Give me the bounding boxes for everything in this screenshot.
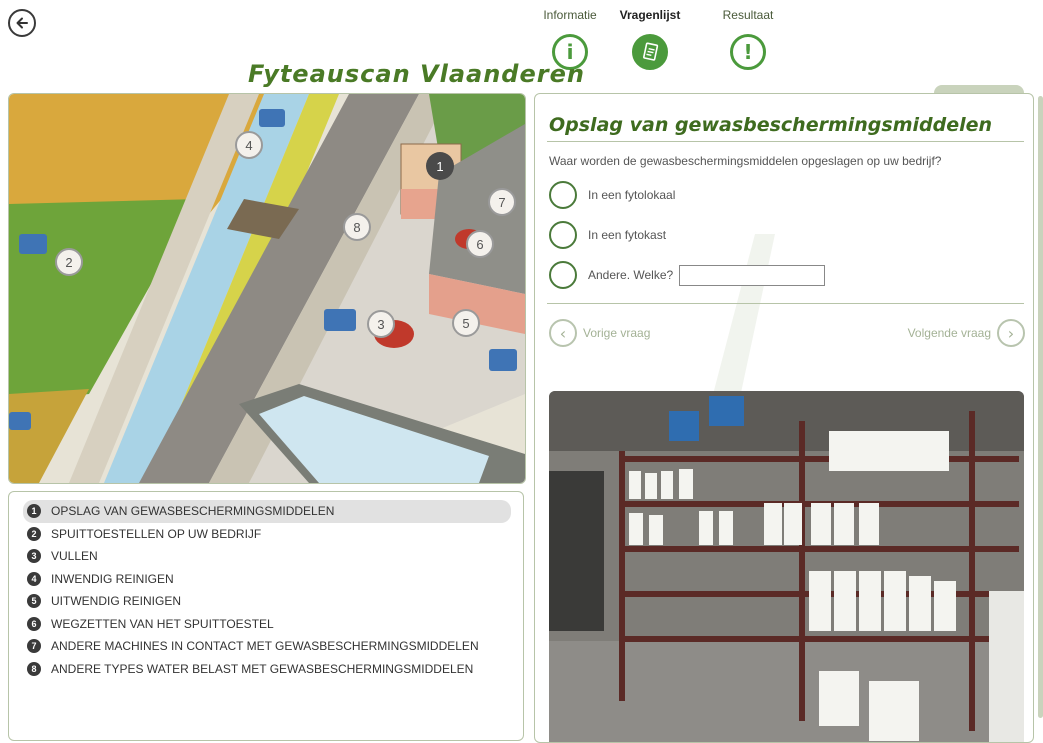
topic-label: INWENDIG REINIGEN (51, 571, 174, 586)
topic-item-5[interactable]: 5 UITWENDIG REINIGEN (23, 590, 511, 613)
option-fytokast[interactable]: In een fytokast (549, 221, 666, 249)
exclamation-icon: ! (730, 34, 766, 70)
option-label: In een fytolokaal (588, 188, 676, 202)
topic-label: UITWENDIG REINIGEN (51, 594, 182, 609)
radio-button[interactable] (549, 181, 577, 209)
topic-item-2[interactable]: 2 SPUITTOESTELLEN OP UW BEDRIJF (23, 523, 511, 546)
topic-item-6[interactable]: 6 WEGZETTEN VAN HET SPUITTOESTEL (23, 613, 511, 636)
topic-item-3[interactable]: 3 VULLEN (23, 545, 511, 568)
tab-label: Vragenlijst (619, 8, 681, 22)
topic-label: WEGZETTEN VAN HET SPUITTOESTEL (51, 616, 274, 631)
topic-number: 2 (27, 526, 41, 541)
map-marker-7[interactable]: 7 (488, 188, 516, 216)
farm-map-illustration: 1 2 3 4 5 6 7 8 (8, 93, 526, 484)
chevron-right-icon: › (997, 319, 1025, 347)
tab-label: Resultaat (722, 8, 774, 22)
topic-item-7[interactable]: 7 ANDERE MACHINES IN CONTACT MET GEWASBES… (23, 635, 511, 658)
question-text: Waar worden de gewasbeschermingsmiddelen… (549, 154, 942, 168)
topic-number: 7 (27, 639, 41, 654)
next-label: Volgende vraag (907, 326, 991, 340)
question-title: Opslag van gewasbeschermingsmiddelen (549, 114, 993, 136)
vertical-scrollbar[interactable] (1038, 96, 1043, 718)
brand-title: Fyteauscan Vlaanderen (248, 60, 585, 88)
option-label: In een fytokast (588, 228, 667, 242)
topic-list: 1 OPSLAG VAN GEWASBESCHERMINGSMIDDELEN 2 SP… (8, 491, 524, 741)
map-marker-5[interactable]: 5 (452, 309, 480, 337)
map-marker-1[interactable]: 1 (426, 152, 454, 180)
topic-label: ANDERE MACHINES IN CONTACT MET GEWASBESC… (51, 639, 479, 654)
map-marker-2[interactable]: 2 (55, 248, 83, 276)
title-divider (547, 141, 1024, 142)
map-marker-4[interactable]: 4 (235, 131, 263, 159)
topic-number: 1 (27, 504, 41, 519)
option-andere[interactable]: Andere. Welke? (549, 261, 826, 289)
topic-number: 5 (27, 594, 41, 609)
topic-number: 4 (27, 571, 41, 586)
arrow-left-icon (16, 17, 28, 29)
option-label: Andere. Welke? (588, 268, 674, 282)
options-divider (547, 303, 1024, 304)
topic-label: ANDERE TYPES WATER BELAST MET GEWASBESCH… (51, 661, 474, 676)
topic-label: VULLEN (51, 549, 98, 564)
prev-label: Vorige vraag (583, 326, 651, 340)
map-marker-8[interactable]: 8 (343, 213, 371, 241)
topic-label: SPUITTOESTELLEN OP UW BEDRIJF (51, 526, 262, 541)
topic-item-1[interactable]: 1 OPSLAG VAN GEWASBESCHERMINGSMIDDELEN (23, 500, 511, 523)
radio-button[interactable] (549, 261, 577, 289)
other-text-input[interactable] (679, 264, 826, 286)
topic-number: 3 (27, 549, 41, 564)
map-marker-3[interactable]: 3 (367, 310, 395, 338)
topic-number: 8 (27, 661, 41, 676)
question-panel: Opslag van gewasbeschermingsmiddelen Waa… (534, 93, 1034, 743)
topic-item-8[interactable]: 8 ANDERE TYPES WATER BELAST MET GEWASBESC… (23, 658, 511, 681)
farm-scene (9, 94, 525, 483)
questionnaire-icon (632, 34, 668, 70)
option-fytolokaal[interactable]: In een fytolokaal (549, 181, 675, 209)
topic-number: 6 (27, 616, 41, 631)
topic-item-4[interactable]: 4 INWENDIG REINIGEN (23, 568, 511, 591)
tab-label: Informatie (543, 8, 597, 22)
topic-label: OPSLAG VAN GEWASBESCHERMINGSMIDDELEN (51, 504, 335, 519)
prev-question-button[interactable]: ‹ Vorige vraag (549, 319, 650, 347)
tab-vragenlijst[interactable]: Vragenlijst (610, 8, 690, 70)
tab-resultaat[interactable]: Resultaat ! (708, 8, 788, 70)
radio-button[interactable] (549, 221, 577, 249)
back-button[interactable] (8, 9, 36, 37)
chevron-left-icon: ‹ (549, 319, 577, 347)
storage-room-photo (549, 391, 1024, 742)
map-marker-6[interactable]: 6 (466, 230, 494, 258)
next-question-button[interactable]: Volgende vraag › (908, 319, 1025, 347)
